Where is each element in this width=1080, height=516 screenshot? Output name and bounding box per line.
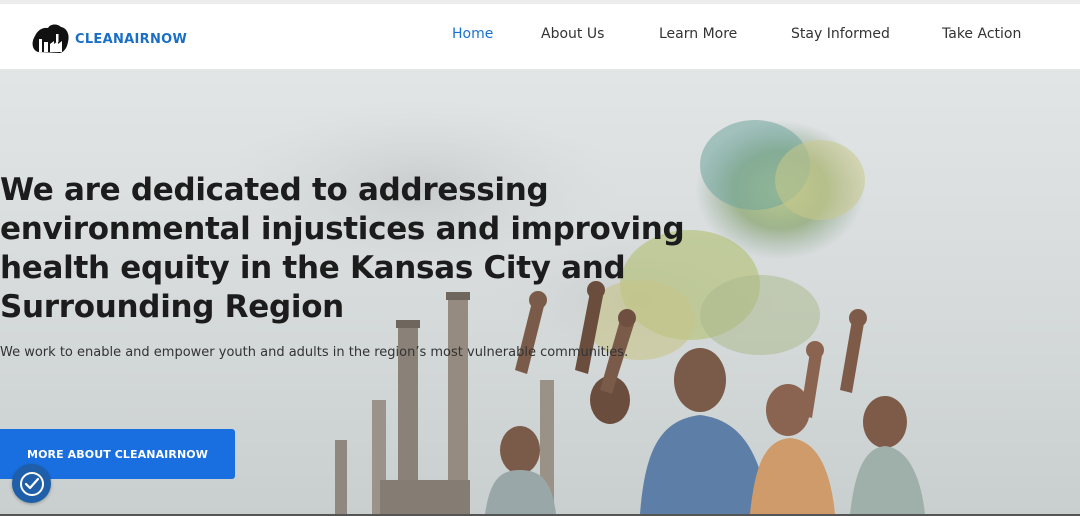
main-nav: Home About Us Learn More Stay Informed T…	[0, 26, 1080, 50]
accessibility-icon	[19, 471, 44, 496]
nav-take-action[interactable]: Take Action	[942, 26, 1021, 42]
hero-section: We are dedicated to addressing environme…	[0, 70, 1080, 514]
hero-subtext: We work to enable and empower youth and …	[0, 345, 629, 360]
nav-learn-more[interactable]: Learn More	[659, 26, 737, 42]
nav-home[interactable]: Home	[452, 26, 493, 42]
site-header: CLEANAIRNOW Home About Us Learn More Sta…	[0, 4, 1080, 70]
hero-headline: We are dedicated to addressing environme…	[0, 172, 685, 325]
accessibility-button[interactable]	[12, 464, 51, 503]
nav-about-us[interactable]: About Us	[541, 26, 604, 42]
nav-stay-informed[interactable]: Stay Informed	[791, 26, 890, 42]
